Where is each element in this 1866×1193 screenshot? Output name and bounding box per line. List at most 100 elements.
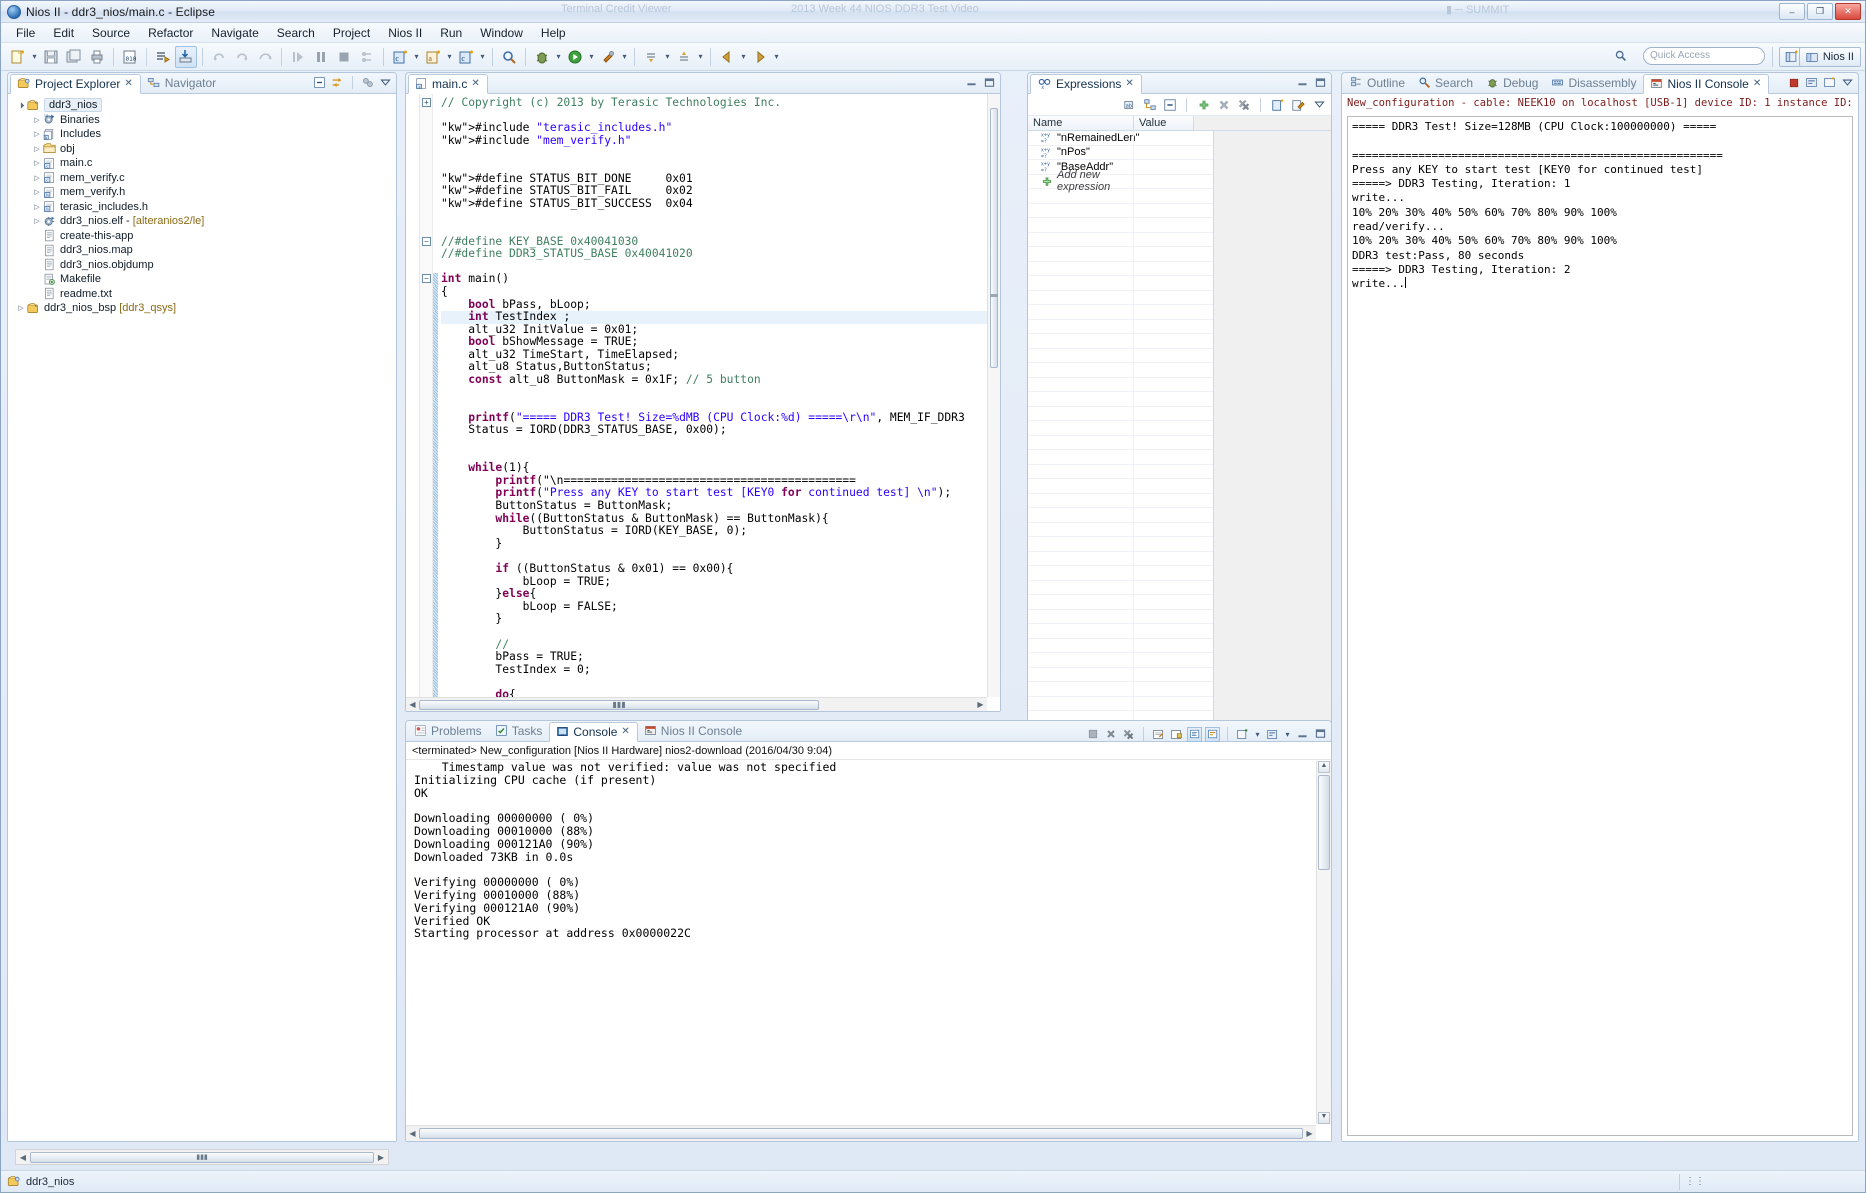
editor-maximize-icon[interactable] (982, 75, 997, 90)
project-explorer-hscrollbar[interactable]: ◀ ▮▮▮ ▶ (15, 1149, 389, 1165)
menu-window[interactable]: Window (471, 24, 532, 42)
editor-hscroll-thumb[interactable]: ▮▮▮ (419, 699, 819, 710)
save-icon[interactable] (40, 46, 62, 68)
tab-expressions[interactable]: x Expressions ✕ (1030, 74, 1142, 94)
new-asm-project-icon[interactable]: a (422, 46, 444, 68)
console-remove-launch-icon[interactable] (1103, 727, 1118, 742)
tree-expand-arrow-icon[interactable]: ▷ (32, 145, 42, 153)
back-icon[interactable] (716, 46, 738, 68)
nios-console-open-icon[interactable] (1822, 75, 1837, 90)
edit-watch-expression-icon[interactable] (1290, 97, 1305, 112)
tab-console[interactable]: Console ✕ (549, 722, 638, 742)
prev-annotation-dropdown-icon[interactable]: ▾ (696, 46, 705, 68)
next-annotation-dropdown-icon[interactable]: ▾ (663, 46, 672, 68)
prev-annotation-icon[interactable] (673, 46, 695, 68)
console-remove-all-icon[interactable] (1121, 727, 1136, 742)
debug-perspective-icon[interactable] (531, 46, 553, 68)
run-dropdown-icon[interactable]: ▾ (587, 46, 596, 68)
status-bar-handle-icon[interactable]: ⋮⋮ (1685, 1176, 1705, 1187)
console-horizontal-scrollbar[interactable]: ◀ ▶ (406, 1125, 1316, 1141)
expressions-minimize-icon[interactable] (1295, 75, 1310, 90)
debug-dropdown-icon[interactable]: ▾ (554, 46, 563, 68)
tree-expand-arrow-icon[interactable]: ▷ (16, 304, 26, 312)
tree-item-ddr3-nios-elf-alteranios2-le[interactable]: ▷ ddr3_nios.elf - [alteranios2/le] (16, 214, 396, 229)
menu-project[interactable]: Project (324, 24, 379, 42)
console-vscroll-down-icon[interactable]: ▼ (1318, 1112, 1330, 1124)
forward-dropdown-icon[interactable]: ▾ (772, 46, 781, 68)
tree-expand-arrow-icon[interactable]: ▷ (32, 188, 42, 196)
editor-vertical-scrollbar[interactable] (987, 94, 1000, 697)
fold-collapse-icon[interactable]: − (422, 274, 431, 284)
tab-project-explorer-close-icon[interactable]: ✕ (124, 78, 132, 89)
hscroll-left-arrow-icon[interactable]: ◀ (406, 700, 419, 709)
tree-expand-arrow-icon[interactable]: ▷ (32, 116, 42, 124)
tab-outline[interactable]: Outline (1344, 73, 1412, 93)
menu-source[interactable]: Source (83, 24, 139, 42)
editor-body[interactable]: + − − // Copyright (c) 2013 by Terasic Tec… (406, 94, 1000, 711)
console-hscroll-right-icon[interactable]: ▶ (1303, 1129, 1316, 1138)
tab-nios-ii-console-close-icon[interactable]: ✕ (1753, 78, 1761, 89)
new-c-project-icon[interactable]: c (389, 46, 411, 68)
tree-item-ddr3-nios-map[interactable]: ddr3_nios.map (16, 243, 396, 258)
tree-expand-arrow-icon[interactable]: ▷ (32, 159, 42, 167)
tab-debug[interactable]: Debug (1480, 73, 1545, 93)
project-tree[interactable]: ◢ c ddr3_nios ▷ 10 Binaries ▷ h Includes ▷ obj ▷ .c m… (8, 94, 396, 316)
quick-access-input[interactable]: Quick Access (1643, 47, 1765, 65)
menu-refactor[interactable]: Refactor (139, 24, 202, 42)
tab-expressions-close-icon[interactable]: ✕ (1125, 78, 1133, 89)
new-watch-expression-icon[interactable] (1270, 97, 1285, 112)
tree-item-mem-verify-h[interactable]: ▷ .h mem_verify.h (16, 185, 396, 200)
code-area[interactable]: + − − // Copyright (c) 2013 by Terasic Tec… (406, 94, 1000, 711)
menu-help[interactable]: Help (532, 24, 575, 42)
new-asm-project-dropdown-icon[interactable]: ▾ (445, 46, 454, 68)
bottom-console-body[interactable]: <terminated> New_configuration [Nios II … (406, 742, 1331, 1141)
bottom-console-minimize-icon[interactable] (1295, 727, 1310, 742)
nios-console-view-menu-icon[interactable] (1840, 75, 1855, 90)
tree-expand-arrow-icon[interactable]: ▷ (32, 130, 42, 138)
console-vscroll-up-icon[interactable]: ▲ (1318, 761, 1330, 773)
console-scroll-lock-icon[interactable] (1169, 727, 1184, 742)
console-vertical-scrollbar[interactable]: ▲ ▼ (1316, 761, 1331, 1124)
tree-expand-arrow-icon[interactable]: ▷ (32, 203, 42, 211)
editor-horizontal-scrollbar[interactable]: ◀ ▮▮▮ ▶ (406, 697, 987, 711)
console-open-new-icon[interactable] (1235, 727, 1250, 742)
tree-item-terasic-includes-h[interactable]: ▷ .h terasic_includes.h (16, 200, 396, 215)
tab-problems[interactable]: Problems (408, 721, 489, 741)
menu-search[interactable]: Search (268, 24, 324, 42)
forward-icon[interactable] (749, 46, 771, 68)
search-toolbar-icon[interactable] (498, 46, 520, 68)
tree-item-ddr3-nios-objdump[interactable]: ddr3_nios.objdump (16, 258, 396, 273)
build-all-icon[interactable] (152, 46, 174, 68)
editor-minimize-icon[interactable] (964, 75, 979, 90)
hscroll-right-arrow-icon[interactable]: ▶ (974, 700, 987, 709)
tree-item-makefile[interactable]: Makefile (16, 272, 396, 287)
tab-bottom-nios-console[interactable]: Nios II Console (638, 721, 749, 741)
tab-disassembly[interactable]: Disassembly (1545, 73, 1643, 93)
nios-console-body[interactable]: New_configuration - cable: NEEK10 on loc… (1342, 94, 1858, 1141)
fold-collapse-icon[interactable]: − (422, 236, 431, 246)
new-c-file-icon[interactable]: c (455, 46, 477, 68)
tree-item-main-c[interactable]: ▷ .c main.c (16, 156, 396, 171)
editor-folding-gutter[interactable]: + − − (420, 94, 433, 711)
new-file-dropdown-icon[interactable]: ▾ (30, 46, 39, 68)
minimize-button[interactable]: – (1779, 3, 1805, 20)
external-tools-dropdown-icon[interactable]: ▾ (620, 46, 629, 68)
new-c-file-dropdown-icon[interactable]: ▾ (478, 46, 487, 68)
pe-hscroll-thumb[interactable]: ▮▮▮ (30, 1151, 374, 1163)
show-type-names-icon[interactable]: ab (1122, 97, 1137, 112)
bottom-console-maximize-icon[interactable] (1313, 727, 1328, 742)
tree-item-ddr3-nios-bsp-ddr3-qsys[interactable]: ▷ c ddr3_nios_bsp [ddr3_qsys] (16, 301, 396, 316)
save-all-icon[interactable] (63, 46, 85, 68)
next-annotation-icon[interactable] (640, 46, 662, 68)
collapse-all-icon[interactable] (312, 75, 327, 90)
console-clear-icon[interactable] (1151, 727, 1166, 742)
nios-console-terminate-icon[interactable] (1786, 75, 1801, 90)
build-binary-icon[interactable]: 010 (119, 46, 141, 68)
menu-edit[interactable]: Edit (44, 24, 83, 42)
tree-item-includes[interactable]: ▷ h Includes (16, 127, 396, 142)
tree-expand-arrow-icon[interactable]: ▷ (32, 174, 42, 182)
pe-hscroll-left-icon[interactable]: ◀ (16, 1153, 30, 1162)
view-menu-options-icon[interactable] (360, 75, 375, 90)
tab-main-c[interactable]: .c main.c ✕ (408, 74, 488, 94)
tree-expand-arrow-icon[interactable]: ▷ (32, 217, 42, 225)
